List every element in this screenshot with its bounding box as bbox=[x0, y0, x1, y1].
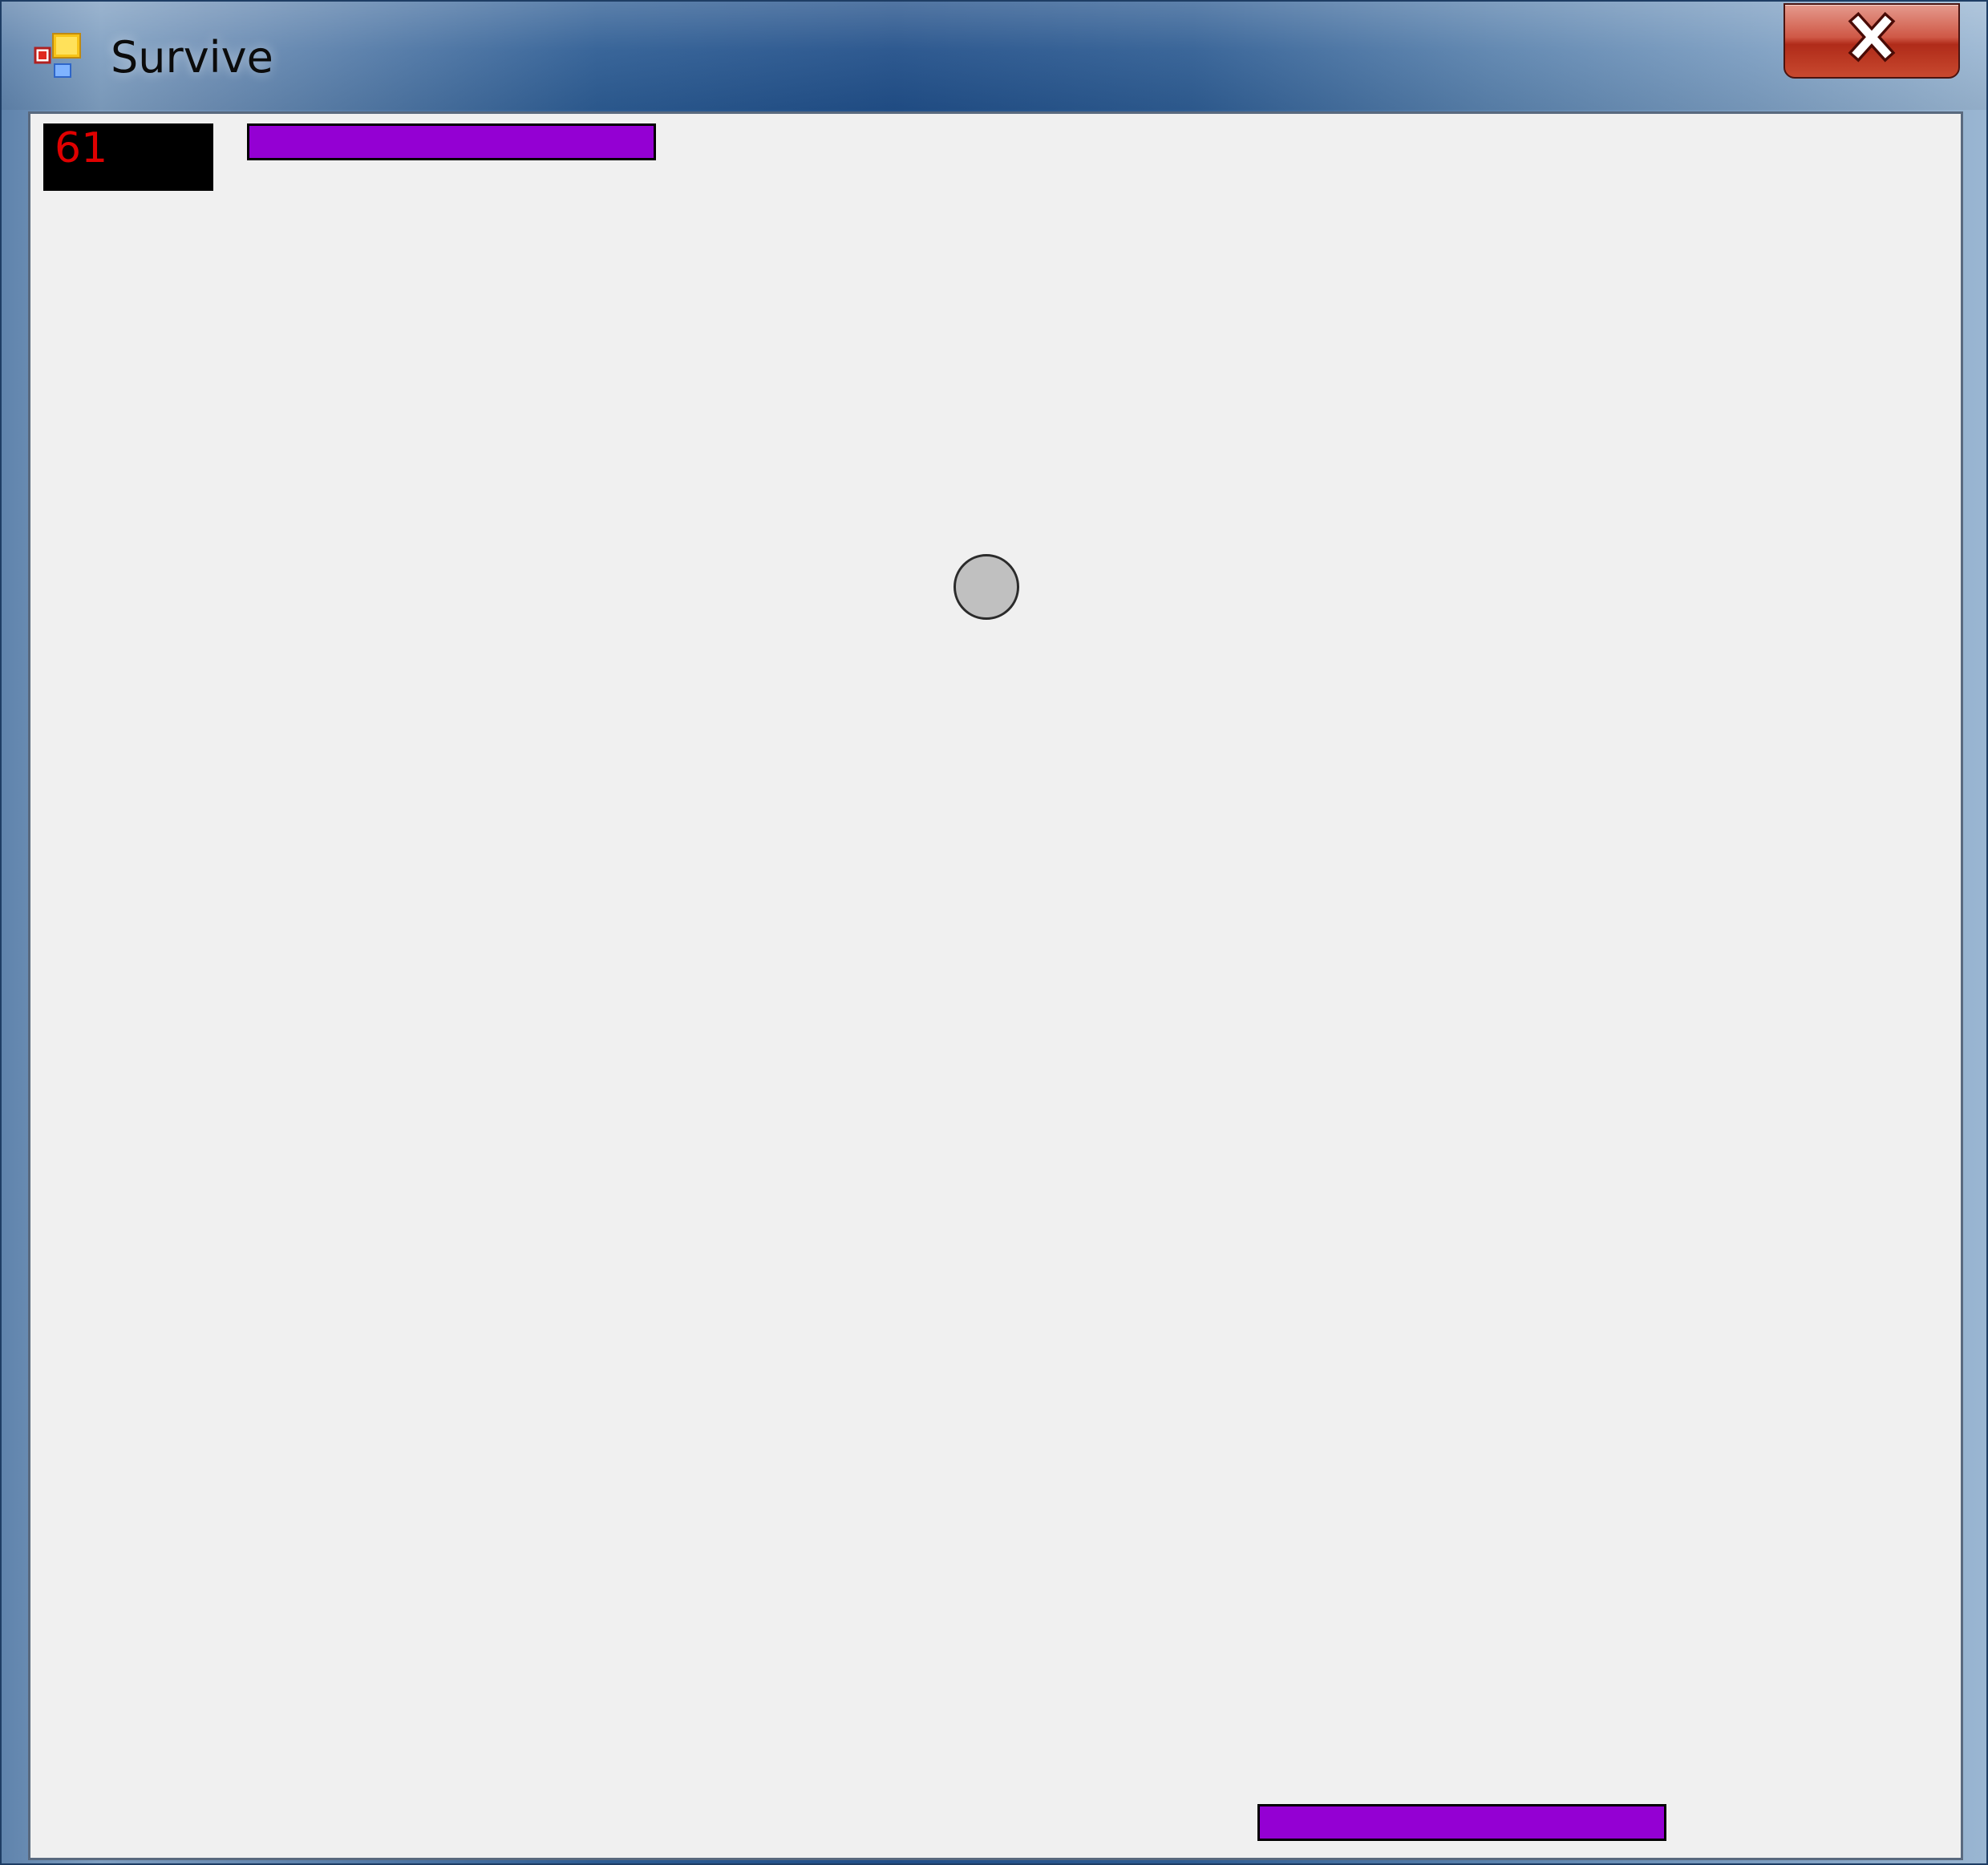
app-icon bbox=[34, 33, 81, 78]
top-paddle bbox=[247, 123, 656, 160]
title-bar[interactable]: Survive bbox=[2, 2, 1986, 110]
score-value: 61 bbox=[55, 124, 108, 172]
game-area[interactable]: 61 bbox=[28, 111, 1963, 1860]
close-button[interactable] bbox=[1784, 3, 1960, 79]
window-title: Survive bbox=[111, 32, 273, 83]
bottom-paddle[interactable] bbox=[1257, 1804, 1666, 1841]
game-window: Survive 61 bbox=[0, 0, 1988, 1865]
close-icon bbox=[1848, 11, 1896, 63]
score-display: 61 bbox=[43, 123, 213, 191]
ball bbox=[954, 554, 1019, 620]
